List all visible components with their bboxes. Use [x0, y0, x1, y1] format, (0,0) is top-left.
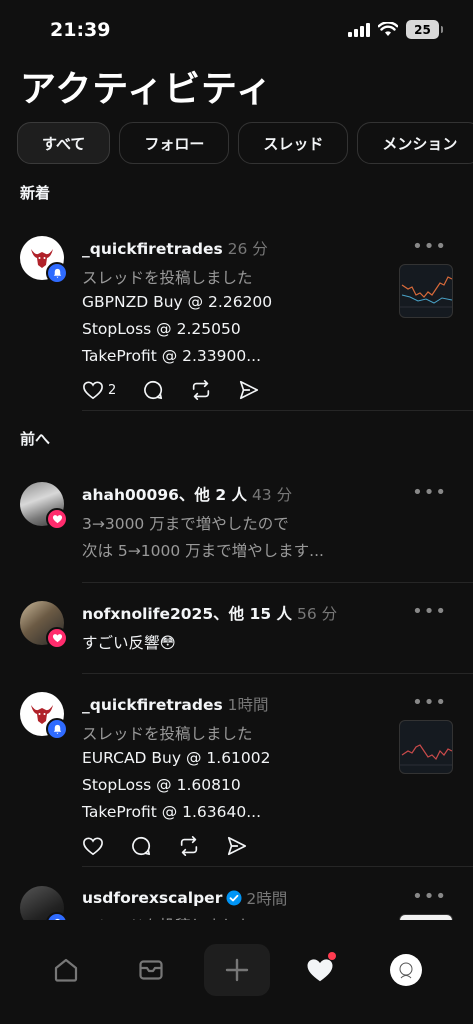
tab-profile[interactable]	[384, 948, 428, 992]
tab-create[interactable]	[204, 944, 270, 996]
filter-threads[interactable]: スレッド	[238, 122, 349, 164]
item-header: usdforexscalper 2時間	[82, 887, 287, 909]
item-text-line: 次は 5→1000 万まで増やします...	[82, 542, 324, 560]
chart-thumbnail-icon	[400, 744, 452, 766]
timestamp: 2時間	[246, 890, 288, 908]
tab-inbox[interactable]	[129, 948, 173, 992]
item-text-line: StopLoss @ 1.60810	[82, 776, 241, 794]
inbox-icon	[139, 960, 163, 980]
bell-badge	[46, 262, 68, 284]
action-bar: 2	[82, 379, 260, 401]
timestamp: 26 分	[227, 240, 268, 258]
heart-icon	[52, 515, 62, 524]
like-count: 2	[108, 382, 117, 398]
repost-icon[interactable]	[178, 835, 200, 857]
more-options-icon[interactable]: •••	[412, 601, 447, 622]
timestamp: 43 分	[251, 486, 293, 504]
signal-icon	[348, 22, 370, 37]
share-icon[interactable]	[226, 835, 248, 857]
plus-icon	[225, 958, 249, 982]
avatar[interactable]	[20, 482, 68, 530]
divider	[82, 866, 473, 867]
item-subtext: スレッドを投稿しました	[82, 725, 253, 743]
profile-avatar	[390, 954, 422, 986]
status-bar: 21:39 25	[0, 0, 473, 58]
chart-thumbnail-icon	[400, 276, 452, 308]
others-count: 、他 15 人	[213, 605, 293, 623]
heart-icon	[52, 634, 62, 643]
heart-icon	[307, 959, 333, 982]
post-thumbnail[interactable]	[399, 720, 453, 774]
bell-icon	[53, 724, 61, 734]
item-text-line: TakeProfit @ 2.33900...	[82, 347, 262, 365]
section-new: 新着	[20, 184, 51, 202]
profile-sketch-icon	[399, 962, 413, 979]
like-badge	[46, 627, 68, 649]
avatar[interactable]	[20, 236, 68, 284]
like-button[interactable]: 2	[82, 380, 116, 400]
item-subtext: スレッドを投稿しました	[82, 269, 253, 287]
others-count: 、他 2 人	[178, 486, 247, 504]
status-time: 21:39	[50, 19, 111, 41]
divider	[82, 582, 473, 583]
item-text-line: すごい反響😳	[82, 634, 176, 652]
comment-icon[interactable]	[130, 835, 152, 857]
item-header: _quickfiretrades 26 分	[82, 237, 268, 259]
battery-icon: 25	[406, 20, 443, 39]
like-badge	[46, 508, 68, 530]
wifi-icon	[378, 22, 398, 36]
timestamp: 56 分	[296, 605, 338, 623]
avatar[interactable]	[20, 601, 68, 649]
divider	[82, 673, 473, 674]
avatar[interactable]	[20, 692, 68, 740]
bell-badge	[46, 718, 68, 740]
comment-icon[interactable]	[142, 379, 164, 401]
item-text-line: EURCAD Buy @ 1.61002	[82, 749, 271, 767]
item-header: nofxnolife2025、他 15 人 56 分	[82, 602, 337, 624]
filter-all[interactable]: すべて	[17, 122, 111, 164]
share-icon[interactable]	[238, 379, 260, 401]
more-options-icon[interactable]: •••	[412, 236, 447, 257]
item-header: _quickfiretrades 1時間	[82, 693, 269, 715]
more-options-icon[interactable]: •••	[412, 482, 447, 503]
action-bar	[82, 835, 248, 857]
unread-dot	[328, 952, 336, 960]
item-text-line: 3→3000 万まで増やしたので	[82, 515, 289, 533]
timestamp: 1時間	[227, 696, 269, 714]
tab-home[interactable]	[44, 948, 88, 992]
more-options-icon[interactable]: •••	[412, 692, 447, 713]
filter-follow[interactable]: フォロー	[119, 122, 230, 164]
verified-icon	[226, 890, 242, 906]
bell-icon	[53, 268, 61, 278]
section-earlier: 前へ	[20, 430, 51, 448]
item-text-line: GBPNZD Buy @ 2.26200	[82, 293, 273, 311]
username[interactable]: usdforexscalper	[82, 889, 222, 907]
heart-icon[interactable]	[82, 836, 104, 856]
more-options-icon[interactable]: •••	[412, 886, 447, 907]
status-icons: 25	[348, 20, 443, 39]
username[interactable]: nofxnolife2025	[82, 605, 213, 623]
tab-bar	[0, 920, 473, 1024]
page-title: アクティビティ	[20, 69, 273, 110]
item-header: ahah00096、他 2 人 43 分	[82, 483, 292, 505]
username[interactable]: _quickfiretrades	[82, 240, 223, 258]
username[interactable]: _quickfiretrades	[82, 696, 223, 714]
item-text-line: StopLoss @ 2.25050	[82, 320, 241, 338]
tab-activity[interactable]	[298, 948, 342, 992]
divider	[82, 410, 473, 411]
repost-icon[interactable]	[190, 379, 212, 401]
filter-mentions[interactable]: メンション	[357, 122, 473, 164]
username[interactable]: ahah00096	[82, 486, 179, 504]
post-thumbnail[interactable]	[399, 264, 453, 318]
heart-icon	[83, 381, 103, 400]
filter-bar: すべて フォロー スレッド メンション	[17, 122, 473, 164]
home-icon	[54, 958, 78, 982]
item-text-line: TakeProfit @ 1.63640...	[82, 803, 262, 821]
